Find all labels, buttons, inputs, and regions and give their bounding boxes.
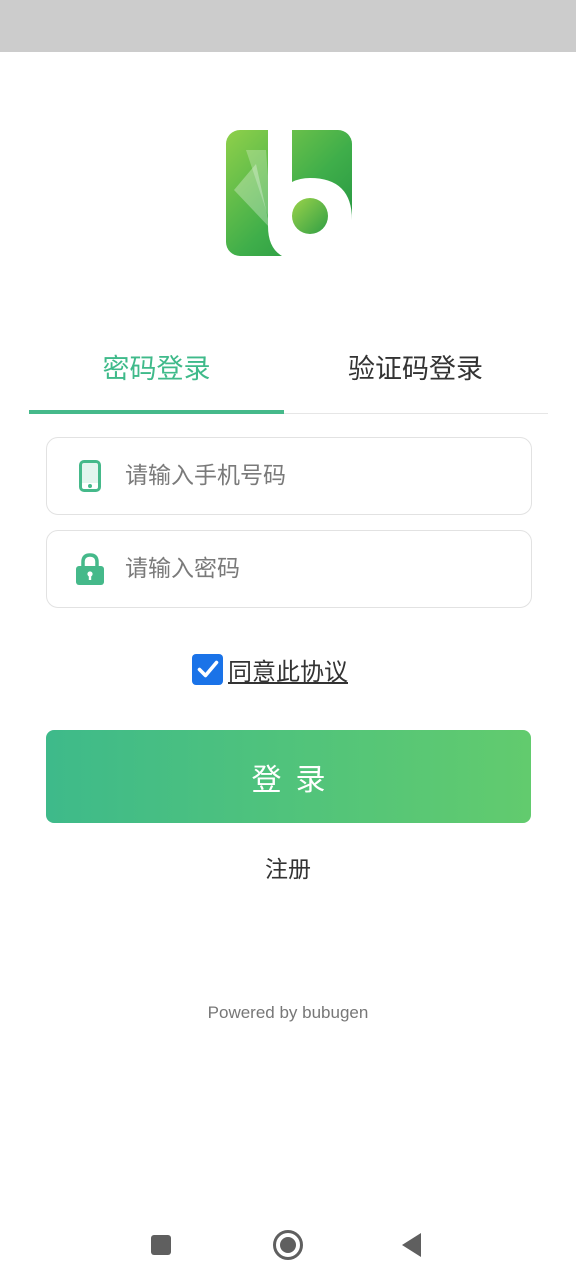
system-navigation-bar bbox=[0, 1215, 576, 1275]
square-recents-icon[interactable] bbox=[141, 1225, 181, 1265]
phone-icon bbox=[75, 459, 105, 493]
agreement-link[interactable]: 同意此协议 bbox=[228, 652, 348, 687]
register-link[interactable]: 注册 bbox=[0, 850, 576, 884]
lock-icon bbox=[75, 552, 105, 586]
agreement-checkbox[interactable] bbox=[192, 653, 223, 685]
login-page: 密码登录 验证码登录 同 bbox=[0, 0, 576, 1280]
status-bar bbox=[0, 0, 576, 52]
active-tab-indicator bbox=[29, 410, 284, 414]
powered-by-text: Powered by bubugen bbox=[207, 1003, 369, 1022]
login-mode-tabs: 密码登录 验证码登录 bbox=[29, 320, 548, 414]
phone-input[interactable] bbox=[125, 456, 505, 496]
checkmark-icon bbox=[197, 660, 218, 678]
circle-home-icon[interactable] bbox=[268, 1225, 308, 1265]
login-button[interactable]: 登录 bbox=[46, 730, 531, 823]
password-field[interactable] bbox=[46, 530, 532, 608]
password-input[interactable] bbox=[125, 549, 505, 589]
agreement-row: 同意此协议 bbox=[192, 652, 348, 686]
bubugen-b-logo-icon bbox=[226, 130, 352, 256]
triangle-back-icon[interactable] bbox=[392, 1225, 432, 1265]
phone-field[interactable] bbox=[46, 437, 532, 515]
tab-sms-code-login[interactable]: 验证码登录 bbox=[288, 320, 543, 413]
tab-password-login[interactable]: 密码登录 bbox=[29, 320, 284, 413]
